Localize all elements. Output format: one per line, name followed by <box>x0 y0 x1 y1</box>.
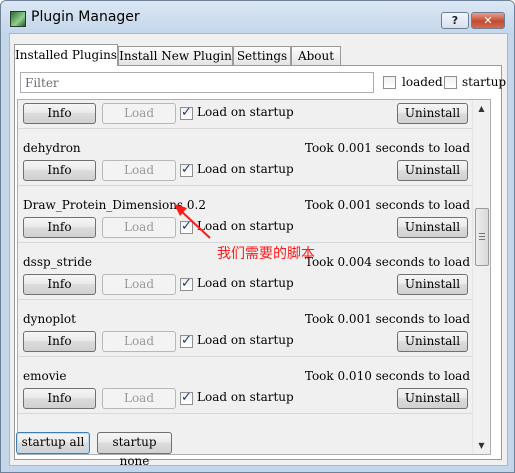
startup-none-button[interactable]: startup none <box>97 432 172 468</box>
load-on-startup-label: Load on startup <box>197 276 294 290</box>
info-button[interactable]: Info <box>23 217 96 238</box>
uninstall-button[interactable]: Uninstall <box>397 217 468 238</box>
loaded-filter-label: loaded <box>402 75 443 89</box>
load-on-startup-checkbox[interactable] <box>180 219 193 234</box>
load-button[interactable]: Load <box>102 103 176 124</box>
grip-line <box>479 233 485 234</box>
grip-line <box>479 239 485 240</box>
plugin-load-time: Took 0.001 seconds to load <box>304 198 470 212</box>
load-on-startup-label: Load on startup <box>197 105 294 119</box>
plugin-list: Info Load Load on startup Uninstall dehy… <box>17 99 491 455</box>
tab-about[interactable]: About <box>291 46 341 65</box>
plugin-row: dynoplot Took 0.001 seconds to load Info… <box>18 300 474 357</box>
plugin-load-time: Took 0.004 seconds to load <box>304 255 470 269</box>
plugin-manager-window: Plugin Manager ? ✕ Installed Plugins Ins… <box>0 0 515 473</box>
uninstall-button[interactable]: Uninstall <box>397 160 468 181</box>
plugin-name: dssp_stride <box>23 255 93 269</box>
plugin-load-time: Took 0.001 seconds to load <box>304 312 470 326</box>
plugin-name: dynoplot <box>23 312 76 326</box>
info-button[interactable]: Info <box>23 160 96 181</box>
plugin-load-time: Took 0.001 seconds to load <box>304 141 470 155</box>
uninstall-button[interactable]: Uninstall <box>397 274 468 295</box>
scroll-down-arrow-icon[interactable]: ▼ <box>473 437 490 454</box>
startup-all-button[interactable]: startup all <box>16 432 90 454</box>
info-button[interactable]: Info <box>23 274 96 295</box>
load-button[interactable]: Load <box>102 217 176 238</box>
plugin-row: dehydron Took 0.001 seconds to load Info… <box>18 129 474 186</box>
uninstall-button[interactable]: Uninstall <box>397 388 468 409</box>
startup-filter-checkbox[interactable] <box>444 76 457 89</box>
load-button[interactable]: Load <box>102 160 176 181</box>
load-on-startup-label: Load on startup <box>197 390 294 404</box>
vertical-scrollbar[interactable]: ▲ ▼ <box>472 100 490 454</box>
load-on-startup-checkbox[interactable] <box>180 390 193 405</box>
plugin-name: emovie <box>23 369 67 383</box>
info-button[interactable]: Info <box>23 103 96 124</box>
annotation-text: 我们需要的脚本 <box>217 246 315 262</box>
tab-settings[interactable]: Settings <box>233 46 291 65</box>
scroll-up-arrow-icon[interactable]: ▲ <box>473 100 490 117</box>
plugin-row: emovie Took 0.010 seconds to load Info L… <box>18 357 474 414</box>
info-button[interactable]: Info <box>23 388 96 409</box>
startup-filter-label: startup <box>462 75 507 89</box>
info-button[interactable]: Info <box>23 331 96 352</box>
tab-install-new-plugin[interactable]: Install New Plugin <box>118 46 233 65</box>
load-button[interactable]: Load <box>102 331 176 352</box>
plugin-row: Info Load Load on startup Uninstall <box>18 100 474 129</box>
uninstall-button[interactable]: Uninstall <box>397 103 468 124</box>
help-button[interactable]: ? <box>441 12 469 29</box>
load-on-startup-checkbox[interactable] <box>180 162 193 177</box>
load-button[interactable]: Load <box>102 274 176 295</box>
filter-input[interactable] <box>20 72 374 93</box>
plugin-name: dehydron <box>23 141 81 155</box>
load-button[interactable]: Load <box>102 388 176 409</box>
plugin-name: Draw_Protein_Dimensions 0.2 <box>23 198 206 212</box>
load-on-startup-label: Load on startup <box>197 219 294 233</box>
tab-installed-plugins[interactable]: Installed Plugins <box>14 44 118 66</box>
plugin-load-time: Took 0.010 seconds to load <box>304 369 470 383</box>
window-title: Plugin Manager <box>31 9 140 25</box>
plugin-row: Draw_Protein_Dimensions 0.2 Took 0.001 s… <box>18 186 474 243</box>
scrollbar-thumb[interactable] <box>475 208 489 266</box>
row-divider <box>18 413 474 414</box>
load-on-startup-checkbox[interactable] <box>180 333 193 348</box>
load-on-startup-label: Load on startup <box>197 162 294 176</box>
loaded-filter-checkbox[interactable] <box>383 76 396 89</box>
load-on-startup-checkbox[interactable] <box>180 276 193 291</box>
load-on-startup-label: Load on startup <box>197 333 294 347</box>
title-bar[interactable]: Plugin Manager ? ✕ <box>1 1 514 33</box>
load-on-startup-checkbox[interactable] <box>180 105 193 120</box>
close-button[interactable]: ✕ <box>471 12 505 29</box>
app-icon <box>10 11 26 27</box>
grip-line <box>479 236 485 237</box>
uninstall-button[interactable]: Uninstall <box>397 331 468 352</box>
